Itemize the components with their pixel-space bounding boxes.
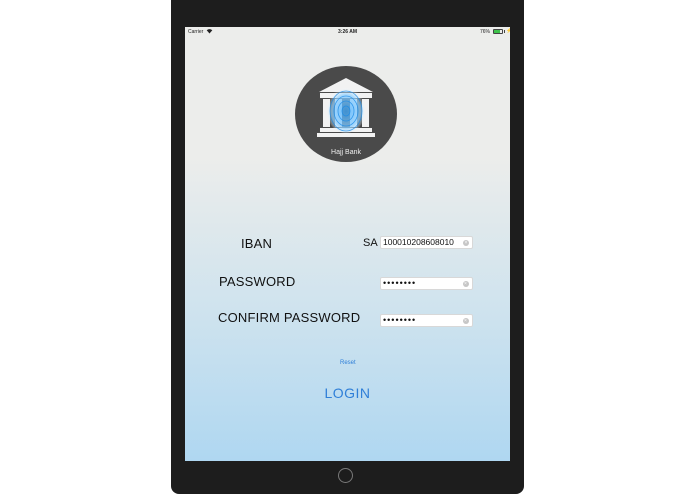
password-value: •••••••• [383,278,417,288]
password-label: PASSWORD [219,274,296,289]
battery-icon [493,29,503,34]
clear-icon[interactable]: × [463,240,469,246]
iban-country-prefix: SA [363,237,378,249]
iban-value: 100010208608010 [383,237,454,247]
iban-input[interactable]: 100010208608010 × [380,236,473,249]
clear-icon[interactable]: × [463,281,469,287]
iban-label: IBAN [241,236,273,251]
charging-bolt-icon: ⚡ [506,28,510,34]
confirm-password-label: CONFIRM PASSWORD [218,310,361,325]
confirm-password-input[interactable]: •••••••• × [380,314,473,327]
bank-name: Hajj Bank [331,149,361,156]
battery-tip [504,30,505,33]
clear-icon[interactable]: × [463,318,469,324]
app-screen: Carrier 3:26 AM 76% ⚡ Hajj Bank IBAN SA … [185,27,510,461]
status-time: 3:26 AM [338,29,357,35]
login-button[interactable]: LOGIN [185,385,510,401]
bank-logo: Hajj Bank [295,66,397,162]
battery-percentage: 76% [480,29,491,35]
home-button[interactable] [338,468,353,483]
reset-button[interactable]: Reset [340,360,356,366]
password-input[interactable]: •••••••• × [380,277,473,290]
status-bar: Carrier 3:26 AM 76% ⚡ [185,27,510,37]
confirm-password-value: •••••••• [383,315,417,325]
bank-icon [317,78,375,137]
